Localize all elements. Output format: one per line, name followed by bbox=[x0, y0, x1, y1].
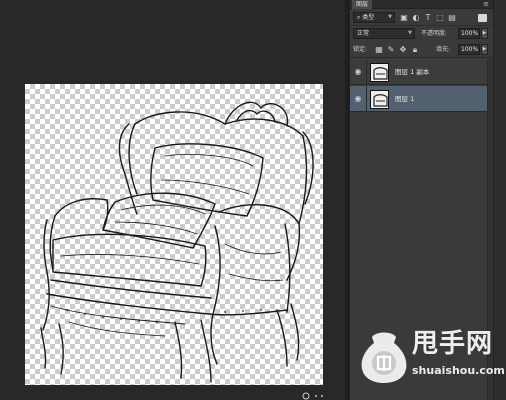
watermark-logo bbox=[361, 332, 407, 383]
smart-object-filter-icon[interactable]: ▤ bbox=[447, 13, 457, 23]
sketch-armchair-image bbox=[40, 101, 314, 383]
tab-layers[interactable]: 图层 bbox=[352, 0, 373, 9]
panel-menu-icon[interactable]: ≡ bbox=[483, 0, 489, 9]
lock-position-icon[interactable]: ✥ bbox=[398, 45, 408, 55]
image-filter-icon[interactable]: ▣ bbox=[399, 13, 409, 23]
watermark: 甩手网 shuaishou.com bbox=[356, 325, 505, 395]
panel-tab-bar: 图层 ≡ bbox=[350, 0, 493, 9]
text-filter-icon[interactable]: T bbox=[423, 13, 433, 23]
lock-transparent-pixels-icon[interactable]: ▦ bbox=[374, 45, 384, 55]
lock-all-icon[interactable]: 🔒︎ bbox=[410, 45, 420, 55]
status-dots bbox=[302, 392, 324, 400]
fill-label: 填充: bbox=[436, 46, 451, 53]
chevron-down-icon: ▼ bbox=[388, 14, 392, 20]
watermark-url: shuaishou.com bbox=[412, 364, 505, 377]
eye-icon[interactable]: ◉ bbox=[353, 94, 363, 104]
divider bbox=[366, 59, 367, 85]
fill-dropdown-arrow[interactable]: ▶ bbox=[481, 44, 488, 55]
canvas-area[interactable] bbox=[0, 0, 345, 400]
fill-input[interactable]: 100% bbox=[458, 44, 480, 55]
layer-name: 图层 1 bbox=[395, 95, 415, 103]
layer-name: 图层 1 副本 bbox=[395, 68, 430, 76]
layer-row-copy[interactable]: ◉ 图层 1 副本 bbox=[350, 59, 487, 85]
layer-thumbnail bbox=[370, 90, 389, 109]
adjustment-filter-icon[interactable]: ◐ bbox=[411, 13, 421, 23]
chevron-down-icon: ▼ bbox=[408, 30, 412, 36]
lock-row: 锁定: ▦ ✎ ✥ 🔒︎ 填充: 100% ▶ bbox=[350, 42, 493, 58]
lock-image-pixels-icon[interactable]: ✎ bbox=[386, 45, 396, 55]
opacity-input[interactable]: 100% bbox=[458, 28, 480, 39]
document-canvas[interactable] bbox=[25, 84, 323, 385]
opacity-dropdown-arrow[interactable]: ▶ bbox=[481, 28, 488, 39]
shape-filter-icon[interactable]: ⬚ bbox=[435, 13, 445, 23]
lock-label: 锁定: bbox=[353, 46, 368, 53]
eye-icon[interactable]: ◉ bbox=[353, 67, 363, 77]
filter-toggle-switch[interactable] bbox=[478, 14, 487, 22]
blend-mode-row: 正常 ▼ 不透明度: 100% ▶ bbox=[350, 26, 493, 42]
divider bbox=[366, 86, 367, 112]
layer-filter-row: ⌕ 类型 ▼ ▣ ◐ T ⬚ ▤ bbox=[350, 10, 493, 26]
blend-mode-select[interactable]: 正常 ▼ bbox=[353, 28, 415, 39]
layer-thumbnail bbox=[370, 63, 389, 82]
layer-row-selected[interactable]: ◉ 图层 1 bbox=[350, 86, 487, 112]
filter-kind-select[interactable]: ⌕ 类型 ▼ bbox=[353, 12, 395, 23]
watermark-site-name: 甩手网 bbox=[412, 329, 494, 359]
opacity-label: 不透明度: bbox=[421, 30, 448, 37]
